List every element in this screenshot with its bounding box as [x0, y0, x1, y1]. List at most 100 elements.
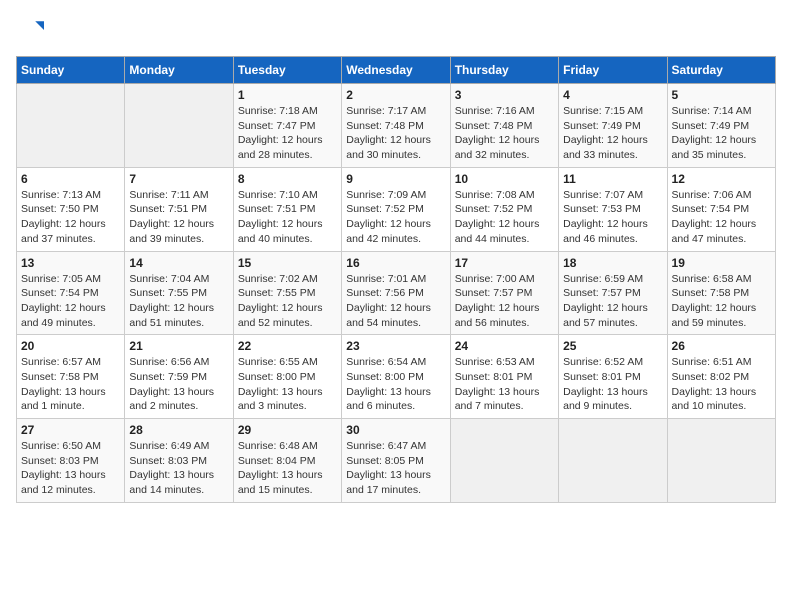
- calendar-cell: 9Sunrise: 7:09 AM Sunset: 7:52 PM Daylig…: [342, 167, 450, 251]
- calendar-cell: 26 Sunrise: 6:51 AM Sunset: 8:02 PM Dayli…: [667, 335, 775, 419]
- calendar-week-3: 20 Sunrise: 6:57 AM Sunset: 7:58 PM Dayli…: [17, 335, 776, 419]
- calendar-week-4: 27 Sunrise: 6:50 AM Sunset: 8:03 PM Dayli…: [17, 419, 776, 503]
- calendar-cell: 14 Sunrise: 7:04 AM Sunset: 7:55 PM Dayli…: [125, 251, 233, 335]
- day-number: 11: [563, 172, 662, 186]
- day-number: 27: [21, 423, 120, 437]
- calendar-cell: 7 Sunrise: 7:11 AM Sunset: 7:51 PM Daylig…: [125, 167, 233, 251]
- cell-text: Sunrise: 7:05 AM Sunset: 7:54 PM Dayligh…: [21, 272, 120, 331]
- cell-text: Sunrise: 7:17 AM Sunset: 7:48 PM Dayligh…: [346, 104, 445, 163]
- day-number: 5: [672, 88, 771, 102]
- cell-text: Sunrise: 7:02 AM Sunset: 7:55 PM Dayligh…: [238, 272, 337, 331]
- calendar-cell: [667, 419, 775, 503]
- day-number: 12: [672, 172, 771, 186]
- calendar-cell: 18 Sunrise: 6:59 AM Sunset: 7:57 PM Dayli…: [559, 251, 667, 335]
- calendar-week-0: 1 Sunrise: 7:18 AM Sunset: 7:47 PM Daylig…: [17, 84, 776, 168]
- calendar-cell: 6 Sunrise: 7:13 AM Sunset: 7:50 PM Daylig…: [17, 167, 125, 251]
- cell-text: Sunrise: 7:14 AM Sunset: 7:49 PM Dayligh…: [672, 104, 771, 163]
- day-number: 22: [238, 339, 337, 353]
- day-number: 8: [238, 172, 337, 186]
- cell-text: Sunrise: 6:59 AM Sunset: 7:57 PM Dayligh…: [563, 272, 662, 331]
- day-number: 16: [346, 256, 445, 270]
- cell-text: Sunrise: 6:51 AM Sunset: 8:02 PM Dayligh…: [672, 355, 771, 414]
- day-header-thursday: Thursday: [450, 57, 558, 84]
- cell-text: Sunrise: 6:56 AM Sunset: 7:59 PM Dayligh…: [129, 355, 228, 414]
- day-number: 14: [129, 256, 228, 270]
- calendar-cell: [125, 84, 233, 168]
- day-number: 20: [21, 339, 120, 353]
- calendar-cell: 1 Sunrise: 7:18 AM Sunset: 7:47 PM Daylig…: [233, 84, 341, 168]
- day-number: 21: [129, 339, 228, 353]
- day-number: 1: [238, 88, 337, 102]
- logo-icon: [16, 16, 44, 44]
- calendar-cell: 21 Sunrise: 6:56 AM Sunset: 7:59 PM Dayli…: [125, 335, 233, 419]
- cell-text: Sunrise: 6:52 AM Sunset: 8:01 PM Dayligh…: [563, 355, 662, 414]
- calendar-week-1: 6 Sunrise: 7:13 AM Sunset: 7:50 PM Daylig…: [17, 167, 776, 251]
- day-number: 6: [21, 172, 120, 186]
- cell-text: Sunrise: 6:50 AM Sunset: 8:03 PM Dayligh…: [21, 439, 120, 498]
- calendar-cell: 19Sunrise: 6:58 AM Sunset: 7:58 PM Dayli…: [667, 251, 775, 335]
- calendar-cell: 17 Sunrise: 7:00 AM Sunset: 7:57 PM Dayli…: [450, 251, 558, 335]
- cell-text: Sunrise: 6:58 AM Sunset: 7:58 PM Dayligh…: [672, 272, 771, 331]
- calendar-cell: 28Sunrise: 6:49 AM Sunset: 8:03 PM Dayli…: [125, 419, 233, 503]
- calendar-cell: 15 Sunrise: 7:02 AM Sunset: 7:55 PM Dayli…: [233, 251, 341, 335]
- calendar-cell: 27 Sunrise: 6:50 AM Sunset: 8:03 PM Dayli…: [17, 419, 125, 503]
- calendar-cell: 29 Sunrise: 6:48 AM Sunset: 8:04 PM Dayli…: [233, 419, 341, 503]
- calendar-cell: 24Sunrise: 6:53 AM Sunset: 8:01 PM Dayli…: [450, 335, 558, 419]
- cell-text: Sunrise: 6:57 AM Sunset: 7:58 PM Dayligh…: [21, 355, 120, 414]
- calendar-cell: 13Sunrise: 7:05 AM Sunset: 7:54 PM Dayli…: [17, 251, 125, 335]
- calendar-cell: 25Sunrise: 6:52 AM Sunset: 8:01 PM Dayli…: [559, 335, 667, 419]
- cell-text: Sunrise: 7:08 AM Sunset: 7:52 PM Dayligh…: [455, 188, 554, 247]
- day-number: 7: [129, 172, 228, 186]
- day-number: 15: [238, 256, 337, 270]
- calendar-cell: 10Sunrise: 7:08 AM Sunset: 7:52 PM Dayli…: [450, 167, 558, 251]
- cell-text: Sunrise: 7:00 AM Sunset: 7:57 PM Dayligh…: [455, 272, 554, 331]
- calendar-cell: 23Sunrise: 6:54 AM Sunset: 8:00 PM Dayli…: [342, 335, 450, 419]
- cell-text: Sunrise: 7:01 AM Sunset: 7:56 PM Dayligh…: [346, 272, 445, 331]
- cell-text: Sunrise: 6:48 AM Sunset: 8:04 PM Dayligh…: [238, 439, 337, 498]
- calendar-cell: 3 Sunrise: 7:16 AM Sunset: 7:48 PM Daylig…: [450, 84, 558, 168]
- cell-text: Sunrise: 7:10 AM Sunset: 7:51 PM Dayligh…: [238, 188, 337, 247]
- cell-text: Sunrise: 7:11 AM Sunset: 7:51 PM Dayligh…: [129, 188, 228, 247]
- cell-text: Sunrise: 6:53 AM Sunset: 8:01 PM Dayligh…: [455, 355, 554, 414]
- cell-text: Sunrise: 7:15 AM Sunset: 7:49 PM Dayligh…: [563, 104, 662, 163]
- calendar-cell: 20 Sunrise: 6:57 AM Sunset: 7:58 PM Dayli…: [17, 335, 125, 419]
- calendar-cell: 22Sunrise: 6:55 AM Sunset: 8:00 PM Dayli…: [233, 335, 341, 419]
- day-number: 30: [346, 423, 445, 437]
- logo: [16, 16, 48, 44]
- calendar-cell: [559, 419, 667, 503]
- cell-text: Sunrise: 7:07 AM Sunset: 7:53 PM Dayligh…: [563, 188, 662, 247]
- cell-text: Sunrise: 6:47 AM Sunset: 8:05 PM Dayligh…: [346, 439, 445, 498]
- day-number: 18: [563, 256, 662, 270]
- day-number: 17: [455, 256, 554, 270]
- calendar-cell: 16 Sunrise: 7:01 AM Sunset: 7:56 PM Dayli…: [342, 251, 450, 335]
- cell-text: Sunrise: 7:04 AM Sunset: 7:55 PM Dayligh…: [129, 272, 228, 331]
- calendar-cell: 4 Sunrise: 7:15 AM Sunset: 7:49 PM Daylig…: [559, 84, 667, 168]
- calendar-cell: 2 Sunrise: 7:17 AM Sunset: 7:48 PM Daylig…: [342, 84, 450, 168]
- day-header-friday: Friday: [559, 57, 667, 84]
- day-header-monday: Monday: [125, 57, 233, 84]
- day-number: 3: [455, 88, 554, 102]
- day-number: 2: [346, 88, 445, 102]
- day-number: 4: [563, 88, 662, 102]
- calendar-header-row: SundayMondayTuesdayWednesdayThursdayFrid…: [17, 57, 776, 84]
- day-number: 26: [672, 339, 771, 353]
- calendar-cell: [17, 84, 125, 168]
- day-header-saturday: Saturday: [667, 57, 775, 84]
- day-header-wednesday: Wednesday: [342, 57, 450, 84]
- calendar-cell: 12 Sunrise: 7:06 AM Sunset: 7:54 PM Dayli…: [667, 167, 775, 251]
- calendar-cell: 5 Sunrise: 7:14 AM Sunset: 7:49 PM Daylig…: [667, 84, 775, 168]
- day-header-tuesday: Tuesday: [233, 57, 341, 84]
- day-number: 28: [129, 423, 228, 437]
- day-number: 29: [238, 423, 337, 437]
- cell-text: Sunrise: 7:18 AM Sunset: 7:47 PM Dayligh…: [238, 104, 337, 163]
- page-header: [16, 16, 776, 44]
- calendar-cell: [450, 419, 558, 503]
- cell-text: Sunrise: 7:13 AM Sunset: 7:50 PM Dayligh…: [21, 188, 120, 247]
- cell-text: Sunrise: 7:16 AM Sunset: 7:48 PM Dayligh…: [455, 104, 554, 163]
- cell-text: Sunrise: 7:09 AM Sunset: 7:52 PM Dayligh…: [346, 188, 445, 247]
- calendar-cell: 30 Sunrise: 6:47 AM Sunset: 8:05 PM Dayli…: [342, 419, 450, 503]
- day-header-sunday: Sunday: [17, 57, 125, 84]
- cell-text: Sunrise: 7:06 AM Sunset: 7:54 PM Dayligh…: [672, 188, 771, 247]
- calendar-table: SundayMondayTuesdayWednesdayThursdayFrid…: [16, 56, 776, 503]
- day-number: 23: [346, 339, 445, 353]
